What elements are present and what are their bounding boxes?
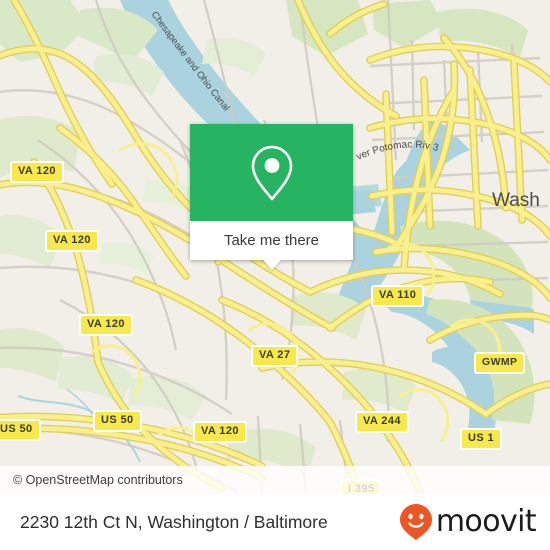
shield-va-120-d[interactable]: VA 120 (193, 421, 247, 443)
shield-va-27[interactable]: VA 27 (251, 345, 299, 367)
parkway-label-gwmp: GWMP (474, 352, 526, 374)
shield-va-120-c[interactable]: VA 120 (79, 314, 133, 336)
shield-va-244[interactable]: VA 244 (355, 411, 409, 433)
shield-us-50-a[interactable]: US 50 (0, 419, 41, 441)
attribution-text[interactable]: © OpenStreetMap contributors (13, 473, 183, 487)
city-label-washington: Wash (492, 190, 540, 211)
map-canvas[interactable]: Chesapeake and Ohio Canal ver Potomac Ri… (0, 0, 550, 494)
moovit-pin-smile-icon (399, 504, 432, 540)
take-me-there-label: Take me there (223, 232, 320, 249)
popup-header (190, 124, 353, 221)
shield-us-50-b[interactable]: US 50 (93, 410, 142, 432)
shield-us-1[interactable]: US 1 (460, 428, 503, 450)
take-me-there-popup[interactable]: Take me there (190, 124, 353, 270)
map-attribution-bar: © OpenStreetMap contributors (0, 466, 550, 494)
moovit-wordmark: moovit (435, 504, 537, 539)
shield-va-110[interactable]: VA 110 (371, 285, 425, 307)
moovit-logo[interactable]: moovit (399, 503, 537, 541)
take-me-there-button[interactable]: Take me there (190, 221, 353, 260)
popup-tail (262, 260, 281, 270)
address-label: 2230 12th Ct N, Washington / Baltimore (20, 511, 328, 532)
shield-va-120-a[interactable]: VA 120 (10, 161, 64, 183)
bottom-info-bar: 2230 12th Ct N, Washington / Baltimore m… (0, 494, 550, 550)
location-pin-icon (251, 145, 292, 200)
shield-va-120-b[interactable]: VA 120 (45, 230, 99, 252)
moovit-map-screenshot: Chesapeake and Ohio Canal ver Potomac Ri… (0, 0, 550, 550)
